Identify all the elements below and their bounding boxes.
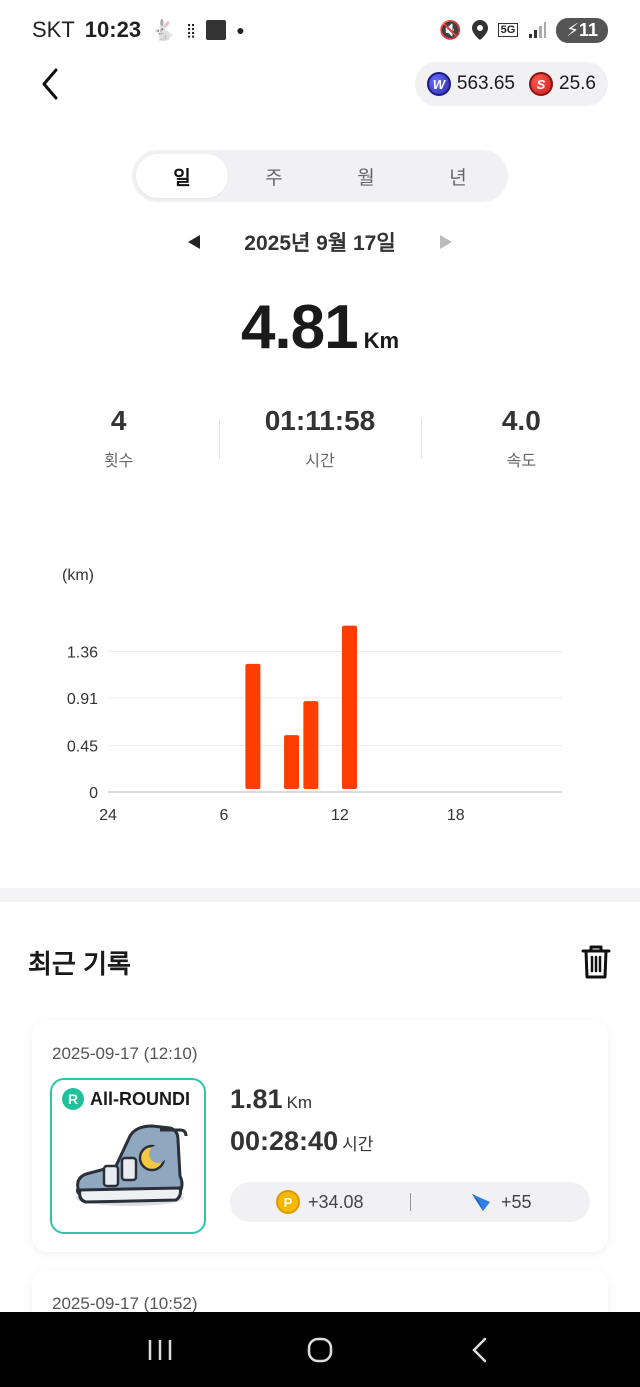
chevron-left-icon [42, 68, 58, 100]
y-tick-label: 0.45 [67, 739, 98, 756]
speed-value: 4.0 [501, 405, 541, 436]
w-coin-icon: W [426, 72, 451, 96]
token-s-value: 25.6 [559, 73, 596, 94]
battery-level: 11 [578, 19, 598, 40]
token-s: S 25.6 [529, 72, 596, 96]
y-tick-label: 0 [89, 785, 98, 802]
stat-speed: 4.0 속도 [420, 405, 622, 471]
chevron-left-icon [472, 1337, 487, 1362]
y-tick-label: 0.91 [67, 691, 98, 708]
y-tick-label: 1.36 [67, 644, 98, 661]
network-type: 5G [497, 23, 519, 37]
tab-year[interactable]: 년 [412, 154, 504, 198]
triangle-left-icon [188, 235, 201, 249]
y-axis-label: (km) [62, 567, 94, 584]
x-tick-label: 12 [331, 807, 349, 824]
rabbit-icon: 🐇 [151, 19, 176, 42]
more-dot-icon: ● [236, 22, 245, 38]
count-value: 4 [110, 405, 127, 436]
x-tick-label: 6 [219, 807, 228, 824]
back-button[interactable] [36, 66, 66, 102]
time-label: 시간 [305, 453, 335, 470]
s-coin-icon: S [529, 72, 554, 96]
record-distance: 1.81 Km [230, 1084, 312, 1115]
wallet-balance[interactable]: W 563.65 S 25.6 [414, 62, 608, 106]
reward-xp: +55 [411, 1190, 591, 1214]
x-tick-label: 24 [99, 807, 117, 824]
reward-points: P +34.08 [230, 1190, 410, 1214]
recents-icon [148, 1339, 172, 1360]
total-distance-value: 4.81 [240, 293, 359, 362]
bar-chart: (km) 1.36 0.91 0.45 024 6 12 18 [62, 567, 562, 824]
clock: 10:23 [84, 17, 142, 42]
next-date-button[interactable] [434, 230, 458, 254]
gem-icon [471, 1194, 490, 1211]
chart-bar [245, 663, 261, 789]
signal-icon [529, 22, 547, 38]
reward-summary: P +34.08 +55 [230, 1182, 590, 1222]
chart-bar [303, 701, 319, 789]
total-distance-unit: Km [363, 328, 400, 353]
chart-bar [341, 625, 357, 789]
tab-day[interactable]: 일 [136, 154, 228, 198]
count-label: 횟수 [103, 453, 134, 470]
tab-month[interactable]: 월 [320, 154, 412, 198]
battery-indicator: ⚡11 [556, 17, 608, 43]
point-coin-icon: P [275, 1190, 300, 1214]
recent-title: 최근 기록 [28, 948, 131, 979]
x-tick-label: 18 [447, 807, 465, 824]
trash-icon [581, 945, 611, 979]
shoe-card[interactable]: R All-ROUNDI [50, 1078, 206, 1234]
system-nav-bar [0, 1312, 640, 1387]
reward-points-value: +34.08 [307, 1191, 364, 1212]
triangle-right-icon [439, 235, 452, 249]
record-card[interactable]: 2025-09-17 (12:10) R All-ROUNDI 1.81 Km 0… [32, 1020, 608, 1252]
record-distance-unit: Km [286, 1093, 313, 1112]
note-icon [206, 20, 227, 40]
record-duration-value: 00:28:40 [230, 1126, 339, 1156]
location-icon [471, 20, 488, 40]
record-timestamp: 2025-09-17 (10:52) [52, 1294, 198, 1313]
record-duration: 00:28:40 시간 [230, 1126, 373, 1157]
carrier-label: SKT [32, 17, 75, 42]
record-timestamp: 2025-09-17 (12:10) [52, 1044, 198, 1063]
reward-xp-value: +55 [500, 1191, 532, 1212]
total-distance: 4.81 Km [0, 292, 640, 363]
system-back-button[interactable] [460, 1330, 500, 1370]
delete-button[interactable] [580, 944, 612, 980]
app-grid-icon: ⣿ [185, 21, 197, 38]
recent-header: 최근 기록 [28, 940, 612, 984]
distance-chart: (km) 1.36 0.91 0.45 0 24 6 12 18 [0, 560, 640, 840]
home-icon [307, 1337, 333, 1362]
token-w: W 563.65 [426, 72, 516, 96]
time-value: 01:11:58 [264, 405, 376, 436]
summary-stats: 4 횟수 01:11:58 시간 4.0 속도 [18, 405, 622, 471]
current-date: 2025년 9월 17일 [244, 232, 396, 255]
tab-week[interactable]: 주 [228, 154, 320, 198]
date-navigator: 2025년 9월 17일 [0, 222, 640, 262]
recents-button[interactable] [140, 1330, 180, 1370]
sneaker-icon [76, 1124, 188, 1206]
token-w-value: 563.65 [456, 73, 516, 94]
home-button[interactable] [300, 1330, 340, 1370]
period-tabs: 일 주 월 년 [132, 150, 508, 202]
status-bar: SKT 10:23 🐇 ⣿ ● 🔇 5G ⚡11 [0, 0, 640, 60]
section-divider [0, 888, 640, 902]
record-duration-unit: 시간 [342, 1135, 374, 1154]
mute-icon: 🔇 [439, 19, 462, 40]
chart-bar [284, 735, 300, 789]
record-distance-value: 1.81 [230, 1084, 283, 1114]
stat-count: 4 횟수 [18, 405, 219, 471]
speed-label: 속도 [506, 453, 537, 470]
prev-date-button[interactable] [182, 230, 206, 254]
top-bar: W 563.65 S 25.6 [0, 60, 640, 110]
stat-time: 01:11:58 시간 [219, 405, 420, 471]
